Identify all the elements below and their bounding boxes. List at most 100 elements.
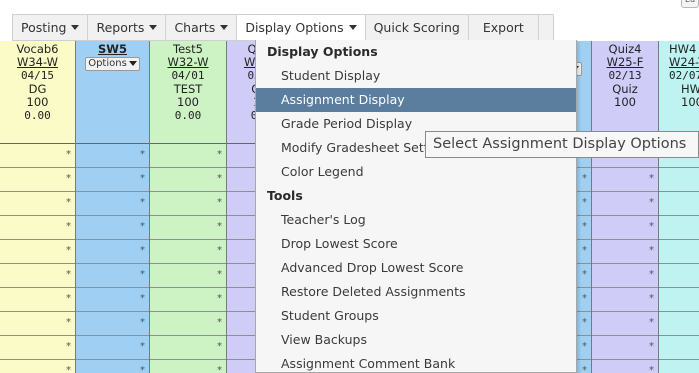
chevron-down-icon [128, 61, 137, 67]
assignment-code-link[interactable]: W34-W [0, 56, 75, 69]
grade-cell[interactable]: * [76, 288, 149, 312]
grade-cell[interactable]: * [659, 168, 699, 192]
menu-charts[interactable]: Charts [166, 15, 238, 40]
grade-cell[interactable]: * [0, 288, 75, 312]
grade-cell[interactable]: * [592, 360, 658, 373]
assignment-type: Quiz [612, 81, 638, 96]
assignment-date: 02/07 [669, 69, 699, 83]
grade-cell[interactable]: * [0, 360, 75, 373]
grade-cell[interactable]: * [0, 264, 75, 288]
assignment-points: 100 [177, 94, 199, 109]
grade-cell[interactable]: * [0, 336, 75, 360]
grade-cell[interactable]: * [659, 240, 699, 264]
grade-cell[interactable]: * [659, 264, 699, 288]
grade-cell[interactable]: * [659, 216, 699, 240]
menu-reports-label: Reports [96, 20, 145, 35]
grade-cell[interactable]: * [0, 144, 75, 168]
options-label: Options [88, 58, 127, 70]
menu-display-options[interactable]: Display Options [237, 15, 366, 40]
grade-cell[interactable]: * [150, 336, 226, 360]
assignment-date: 04/15 [20, 69, 55, 83]
grade-cell[interactable]: * [76, 168, 149, 192]
chevron-down-icon [220, 25, 229, 30]
grade-cell[interactable]: * [592, 240, 658, 264]
grade-cell[interactable]: * [0, 192, 75, 216]
assignment-average: 0.00 [24, 109, 51, 123]
menu-item-assignment-display[interactable]: Assignment Display [256, 88, 576, 112]
grade-cell[interactable]: * [76, 312, 149, 336]
grade-cell[interactable]: * [0, 168, 75, 192]
grade-cell[interactable]: * [150, 144, 226, 168]
menu-export[interactable]: Export [469, 15, 539, 40]
grade-cell[interactable]: * [659, 336, 699, 360]
grade-cell[interactable]: * [150, 168, 226, 192]
menu-bar: Posting Reports Charts Display Options Q… [12, 14, 554, 41]
menu-item-color-legend[interactable]: Color Legend [256, 160, 576, 184]
menu-reports[interactable]: Reports [88, 15, 167, 40]
menu-item-student-display[interactable]: Student Display [256, 64, 576, 88]
grade-cell[interactable]: * [592, 168, 658, 192]
grade-cell[interactable]: * [0, 312, 75, 336]
grade-cell[interactable]: * [76, 192, 149, 216]
options-button[interactable]: Options [85, 57, 140, 72]
grade-cell[interactable]: * [659, 312, 699, 336]
grade-cell[interactable]: * [592, 288, 658, 312]
grade-cell[interactable]: * [150, 240, 226, 264]
menu-item-restore-deleted-assignments[interactable]: Restore Deleted Assignments [256, 280, 576, 304]
assignment-column: Test5 W32-W 04/01 TEST 100 0.00 * * * * * * * *… [150, 41, 227, 373]
grade-cell[interactable]: * [592, 264, 658, 288]
grade-cell[interactable]: * [150, 192, 226, 216]
display-options-dropdown: Display Options Student Display Assignme… [255, 40, 577, 373]
assignment-code-link[interactable]: W25-F [592, 56, 658, 69]
grade-cell[interactable]: * [76, 240, 149, 264]
assignment-header: SW5 Options [76, 41, 149, 144]
menu-item-advanced-drop-lowest-score[interactable]: Advanced Drop Lowest Score [256, 256, 576, 280]
chevron-down-icon [149, 25, 158, 30]
grade-cell[interactable]: * [659, 360, 699, 373]
menu-quick-scoring[interactable]: Quick Scoring [366, 15, 469, 40]
assignment-header: Vocab6 W34-W 04/15 DG 100 0.00 [0, 41, 75, 144]
grade-cell[interactable]: * [150, 264, 226, 288]
assignment-code-link[interactable]: W32-W [150, 56, 226, 69]
grade-cell[interactable]: * [76, 144, 149, 168]
grade-cell[interactable]: * [0, 240, 75, 264]
grade-cell[interactable]: * [76, 216, 149, 240]
grade-cell[interactable]: * [592, 336, 658, 360]
grade-cell[interactable]: * [659, 288, 699, 312]
menu-item-drop-lowest-score[interactable]: Drop Lowest Score [256, 232, 576, 256]
assignment-code-link[interactable]: W24-T [669, 56, 699, 69]
grade-cell[interactable]: * [76, 264, 149, 288]
grade-cell[interactable]: * [592, 192, 658, 216]
menu-posting[interactable]: Posting [13, 15, 89, 40]
assignment-column: Quiz4 W25-F 02/13 Quiz 100 ********** [592, 41, 659, 373]
menu-item-teachers-log[interactable]: Teacher's Log [256, 208, 576, 232]
grade-cell[interactable]: * [150, 360, 226, 373]
menu-export-label: Export [482, 20, 524, 35]
assignment-points: 100 [614, 94, 636, 109]
assignment-name[interactable]: SW5 [76, 42, 149, 56]
grade-cell[interactable]: * [150, 288, 226, 312]
menu-item-assignment-comment-bank[interactable]: Assignment Comment Bank [256, 352, 576, 372]
assignment-column: SW5 Options * * * * * * * * * * [76, 41, 150, 373]
assignment-type: HW [681, 81, 699, 96]
menu-display-options-label: Display Options [245, 20, 344, 35]
grade-cell[interactable]: * [0, 216, 75, 240]
chevron-down-icon [71, 25, 80, 30]
grade-cell[interactable]: * [592, 216, 658, 240]
grade-cell[interactable]: * [659, 192, 699, 216]
grade-cell[interactable]: * [150, 216, 226, 240]
grade-cell[interactable]: * [150, 312, 226, 336]
assignment-date: 02/13 [608, 69, 642, 83]
menu-item-view-backups[interactable]: View Backups [256, 328, 576, 352]
menu-item-student-groups[interactable]: Student Groups [256, 304, 576, 328]
tooltip: Select Assignment Display Options [425, 131, 699, 158]
assignment-average: 0.00 [174, 109, 202, 123]
assignment-points: 100 [26, 94, 49, 109]
grade-cell[interactable]: * [592, 312, 658, 336]
assignment-column: HW4 W24-T 02/07 HW 100 ********** [659, 41, 699, 373]
grade-cell[interactable]: * [76, 336, 149, 360]
edit-button[interactable]: Ed [681, 0, 699, 8]
grade-cell[interactable]: * [76, 360, 149, 373]
menu-posting-label: Posting [21, 20, 67, 35]
dropdown-section-heading: Tools [267, 188, 303, 203]
